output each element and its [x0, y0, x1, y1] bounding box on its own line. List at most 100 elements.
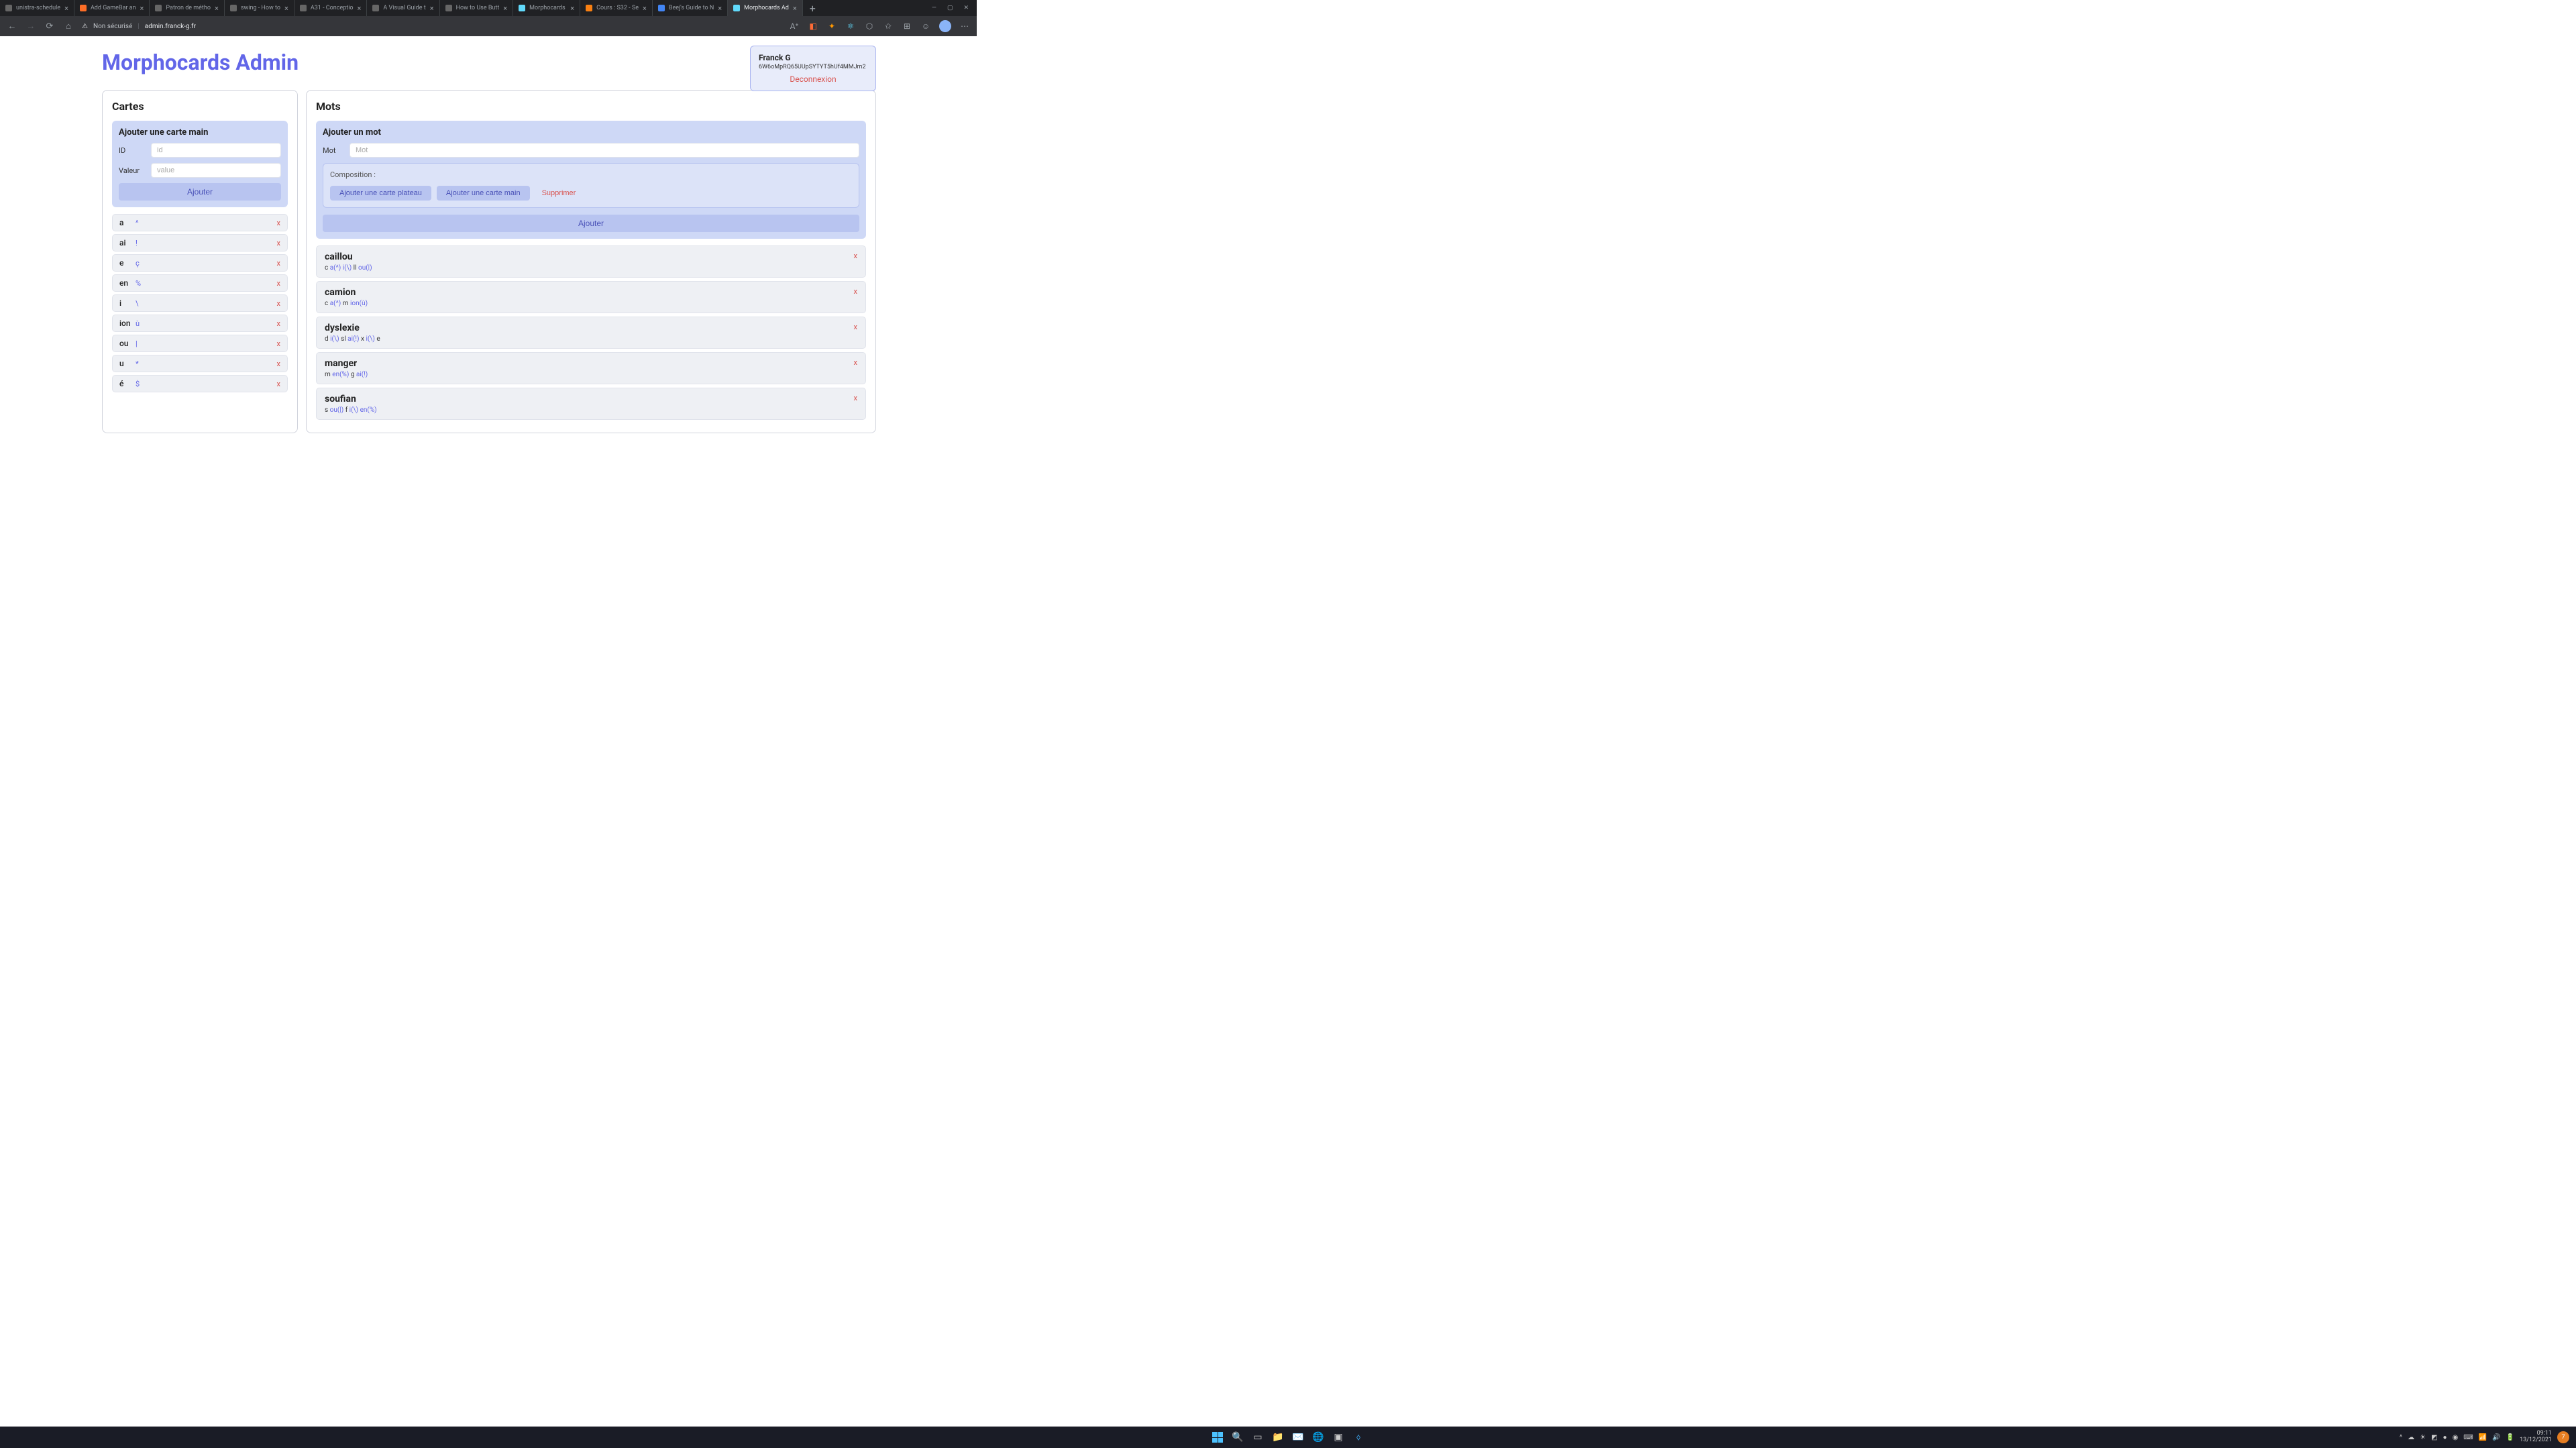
notification-badge[interactable]: 7	[2557, 1431, 2569, 1443]
close-icon[interactable]: ×	[793, 4, 797, 13]
close-icon[interactable]: ×	[643, 4, 647, 13]
close-icon[interactable]: ×	[64, 4, 68, 13]
delete-carte-button[interactable]: x	[277, 339, 280, 348]
ajouter-mot-button[interactable]: Ajouter	[323, 215, 859, 232]
carte-value: !	[136, 239, 138, 247]
new-tab-button[interactable]: +	[803, 2, 822, 15]
read-aloud-icon[interactable]: A⁺	[789, 21, 800, 32]
tray-app-icon[interactable]: ◉	[2453, 1434, 2459, 1441]
tab-1[interactable]: Add GameBar an×	[74, 0, 150, 16]
close-icon[interactable]: ×	[358, 4, 362, 13]
tab-9[interactable]: Beej's Guide to N×	[653, 0, 728, 16]
mot-item: dyslexie d i(\) sl ai(!) x i(\) e x	[316, 317, 866, 349]
minimize-icon[interactable]: —	[932, 5, 936, 11]
close-icon[interactable]: ×	[215, 4, 219, 13]
extension-react-icon[interactable]: ⚛	[845, 21, 856, 32]
brightness-icon[interactable]: ☀	[2420, 1434, 2426, 1441]
security-status[interactable]: Non sécurisé	[93, 23, 132, 30]
language-icon[interactable]: ⌨	[2463, 1434, 2473, 1441]
extension-icon[interactable]: ✦	[826, 21, 837, 32]
composition-label: Composition :	[330, 170, 852, 179]
close-icon[interactable]: ×	[570, 4, 574, 13]
profile-icon[interactable]: ☺	[920, 21, 931, 32]
terminal-icon[interactable]: ▣	[1331, 1430, 1346, 1445]
mail-icon[interactable]: ✉️	[1291, 1430, 1305, 1445]
battery-icon[interactable]: 🔋	[2506, 1434, 2514, 1441]
delete-mot-button[interactable]: x	[854, 358, 857, 367]
start-button[interactable]	[1210, 1430, 1225, 1445]
tray-app-icon[interactable]: ◩	[2431, 1434, 2437, 1441]
delete-carte-button[interactable]: x	[277, 359, 280, 368]
logout-button[interactable]: Deconnexion	[759, 74, 867, 84]
favorites-icon[interactable]: ✩	[883, 21, 894, 32]
maximize-icon[interactable]: ▢	[947, 5, 953, 11]
delete-carte-button[interactable]: x	[277, 239, 280, 247]
extensions-icon[interactable]: ⬡	[864, 21, 875, 32]
valeur-input[interactable]	[151, 163, 281, 178]
onedrive-icon[interactable]: ☁	[2408, 1434, 2414, 1441]
composition-box: Composition : Ajouter une carte plateau …	[323, 163, 859, 208]
tab-4[interactable]: A31 - Conceptio×	[294, 0, 368, 16]
carte-value: \	[136, 299, 139, 308]
tab-3[interactable]: swing - How to×	[225, 0, 294, 16]
tab-0[interactable]: unistra-schedule×	[0, 0, 74, 16]
delete-mot-button[interactable]: x	[854, 287, 857, 296]
tab-7[interactable]: Morphocards×	[513, 0, 580, 16]
back-button[interactable]: ←	[7, 21, 17, 32]
wifi-icon[interactable]: 📶	[2479, 1434, 2487, 1441]
tab-2[interactable]: Patron de métho×	[150, 0, 224, 16]
ajouter-carte-plateau-button[interactable]: Ajouter une carte plateau	[330, 186, 431, 201]
close-icon[interactable]: ×	[284, 4, 288, 13]
panel-heading: Mots	[316, 100, 866, 113]
tab-10-active[interactable]: Morphocards Ad×	[728, 0, 803, 16]
supprimer-button[interactable]: Supprimer	[535, 186, 583, 201]
tab-5[interactable]: A Visual Guide t×	[367, 0, 439, 16]
reload-button[interactable]: ⟳	[44, 21, 55, 32]
delete-carte-button[interactable]: x	[277, 319, 280, 328]
carte-item: ion ù x	[112, 315, 288, 332]
forward-button[interactable]: →	[25, 21, 36, 32]
explorer-icon[interactable]: 📁	[1271, 1430, 1285, 1445]
extension-icon[interactable]: ◧	[808, 21, 818, 32]
tab-6[interactable]: How to Use Butt×	[440, 0, 514, 16]
delete-carte-button[interactable]: x	[277, 299, 280, 308]
delete-carte-button[interactable]: x	[277, 380, 280, 388]
ajouter-carte-main-button[interactable]: Ajouter une carte main	[437, 186, 530, 201]
menu-icon[interactable]: ⋯	[959, 21, 970, 32]
tab-8[interactable]: Cours : S32 - Se×	[580, 0, 653, 16]
collections-icon[interactable]: ⊞	[902, 21, 912, 32]
home-button[interactable]: ⌂	[63, 21, 74, 32]
search-icon[interactable]: 🔍	[1230, 1430, 1245, 1445]
delete-mot-button[interactable]: x	[854, 323, 857, 331]
tray-app-icon[interactable]: ●	[2443, 1434, 2447, 1441]
volume-icon[interactable]: 🔊	[2492, 1434, 2500, 1441]
mot-item: soufian s ou(|) f i(\) en(%) x	[316, 388, 866, 420]
url-text[interactable]: admin.franck-g.fr	[145, 23, 196, 30]
close-icon[interactable]: ×	[140, 4, 144, 13]
mot-name: caillou	[325, 252, 857, 262]
compo-part: m	[325, 371, 331, 378]
user-avatar-icon[interactable]	[939, 20, 951, 32]
mot-composition: m en(%) g ai(!)	[325, 371, 857, 378]
favicon-icon	[658, 5, 665, 11]
delete-carte-button[interactable]: x	[277, 279, 280, 288]
close-icon[interactable]: ×	[503, 4, 507, 13]
mot-input[interactable]	[350, 143, 859, 158]
close-icon[interactable]: ×	[430, 4, 434, 13]
task-view-icon[interactable]: ▭	[1250, 1430, 1265, 1445]
favicon-icon	[80, 5, 87, 11]
ajouter-carte-button[interactable]: Ajouter	[119, 183, 281, 201]
close-icon[interactable]: ×	[718, 4, 722, 13]
delete-mot-button[interactable]: x	[854, 252, 857, 260]
vscode-icon[interactable]: ⬨	[1351, 1430, 1366, 1445]
delete-carte-button[interactable]: x	[277, 219, 280, 227]
id-input[interactable]	[151, 143, 281, 158]
close-window-icon[interactable]: ✕	[963, 5, 969, 11]
mot-list: caillou c a(^) i(\) ll ou(|) xcamion c a…	[316, 245, 866, 420]
form-add-carte: Ajouter une carte main ID Valeur Ajouter	[112, 121, 288, 207]
edge-icon[interactable]: 🌐	[1311, 1430, 1326, 1445]
chevron-up-icon[interactable]: ^	[2400, 1434, 2402, 1441]
delete-carte-button[interactable]: x	[277, 259, 280, 268]
clock[interactable]: 09:11 13/12/2021	[2520, 1431, 2552, 1444]
delete-mot-button[interactable]: x	[854, 394, 857, 402]
